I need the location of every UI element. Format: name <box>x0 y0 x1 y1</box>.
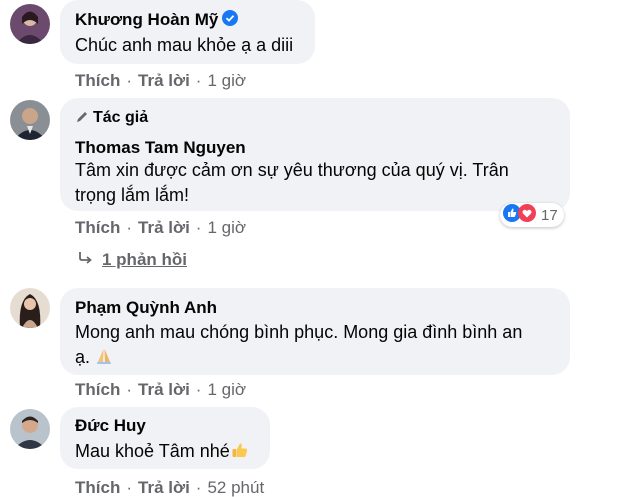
timestamp[interactable]: 1 giờ <box>207 71 246 90</box>
comment-actions: Thích · Trả lời · 1 giờ <box>75 380 246 400</box>
thumbs-up-emoji-icon <box>231 440 249 466</box>
separator: · <box>195 218 202 237</box>
comment-text: Chúc anh mau khỏe ạ a diii <box>75 35 294 55</box>
separator: · <box>126 478 133 497</box>
comment-text-line-2: trọng lắm lắm! <box>75 185 190 205</box>
author-name[interactable]: Phạm Quỳnh Anh <box>75 298 217 318</box>
author-name[interactable]: Thomas Tam Nguyen <box>75 138 246 158</box>
comment-text-line-1: Tâm xin được cảm ơn sự yêu thương của qu… <box>75 160 509 180</box>
avatar[interactable] <box>10 4 50 44</box>
view-replies-link[interactable]: 1 phản hồi <box>78 250 187 270</box>
praying-hands-emoji-icon <box>95 346 113 372</box>
timestamp[interactable]: 1 giờ <box>207 218 246 237</box>
replies-label[interactable]: 1 phản hồi <box>102 250 187 270</box>
author-name[interactable]: Đức Huy <box>75 416 146 436</box>
author-name[interactable]: Khương Hoàn Mỹ <box>75 10 239 31</box>
reply-button[interactable]: Trả lời <box>138 380 190 399</box>
avatar[interactable] <box>10 100 50 140</box>
separator: · <box>195 71 202 90</box>
verified-badge-icon <box>222 10 239 31</box>
pen-icon <box>75 110 89 129</box>
comment-bubble: Phạm Quỳnh Anh Mong anh mau chóng bình p… <box>60 288 570 375</box>
like-button[interactable]: Thích <box>75 71 120 90</box>
reply-button[interactable]: Trả lời <box>138 478 190 497</box>
comment-bubble: Đức Huy Mau khoẻ Tâm nhé <box>60 407 270 469</box>
comment-text-line-2: ạ. <box>75 344 113 372</box>
reaction-summary[interactable]: 17 <box>500 203 564 227</box>
comment-text: Mau khoẻ Tâm nhé <box>75 438 249 466</box>
reaction-count: 17 <box>541 206 558 224</box>
avatar[interactable] <box>10 288 50 328</box>
author-tag: Tác giả <box>75 109 148 129</box>
reply-button[interactable]: Trả lời <box>138 218 190 237</box>
separator: · <box>195 380 202 399</box>
like-button[interactable]: Thích <box>75 478 120 497</box>
separator: · <box>195 478 202 497</box>
comment-actions: Thích · Trả lời · 1 giờ <box>75 218 246 238</box>
like-button[interactable]: Thích <box>75 218 120 237</box>
love-reaction-icon <box>518 203 536 227</box>
comment-bubble: Khương Hoàn Mỹ Chúc anh mau khỏe ạ a dii… <box>60 0 315 64</box>
comment-actions: Thích · Trả lời · 1 giờ <box>75 71 246 91</box>
separator: · <box>126 218 133 237</box>
comment-text-line-1: Mong anh mau chóng bình phục. Mong gia đ… <box>75 322 523 342</box>
reply-arrow-icon <box>78 250 94 270</box>
comment-actions: Thích · Trả lời · 52 phút <box>75 478 264 497</box>
timestamp[interactable]: 1 giờ <box>207 380 246 399</box>
separator: · <box>126 380 133 399</box>
timestamp[interactable]: 52 phút <box>207 478 264 497</box>
like-button[interactable]: Thích <box>75 380 120 399</box>
comment-bubble: Tác giả Thomas Tam Nguyen Tâm xin được c… <box>60 98 570 211</box>
reply-button[interactable]: Trả lời <box>138 71 190 90</box>
separator: · <box>126 71 133 90</box>
avatar[interactable] <box>10 409 50 449</box>
